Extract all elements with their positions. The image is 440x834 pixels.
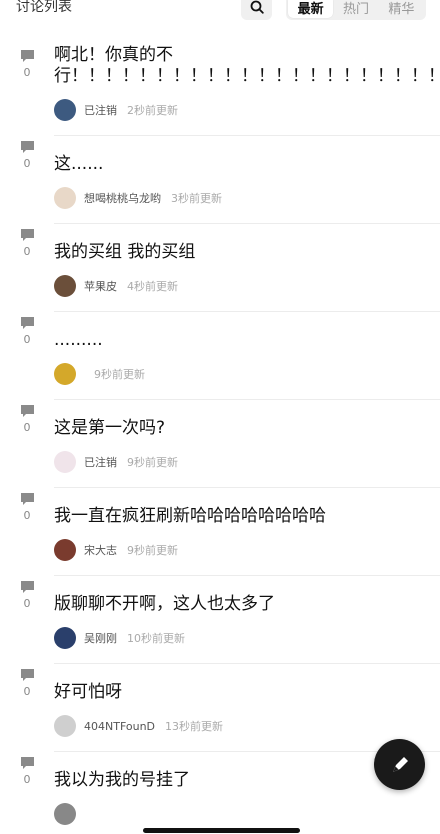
post-content: 我的买组 我的买组 苹果皮 4秒前更新 bbox=[54, 242, 440, 312]
comment-count: 0 bbox=[0, 488, 54, 522]
update-time: 9秒前更新 bbox=[94, 368, 145, 381]
author-name[interactable]: 404NTFounD bbox=[84, 720, 155, 733]
avatar[interactable] bbox=[54, 187, 76, 209]
page-title: 讨论列表 bbox=[16, 0, 72, 15]
author-name[interactable]: 宋大志 bbox=[84, 542, 117, 558]
post-list: 0 啊北！你真的不行！！！！！！！！！！！！！！！！！！！！！！！！！！！！！！… bbox=[0, 45, 440, 834]
avatar[interactable] bbox=[54, 363, 76, 385]
update-time: 4秒前更新 bbox=[127, 280, 178, 293]
post-title: 我一直在疯狂刷新哈哈哈哈哈哈哈哈 bbox=[54, 506, 326, 526]
post-meta: 404NTFounD 13秒前更新 bbox=[54, 715, 440, 737]
discussion-list-screen: 讨论列表 最新 热门 精华 0 啊北！你真的不行！！！！！！！！！！！！！！！！… bbox=[0, 0, 440, 834]
comment-bubble-icon bbox=[20, 405, 34, 417]
tab-latest[interactable]: 最新 bbox=[288, 0, 334, 18]
list-item[interactable]: 0 我的买组 我的买组 苹果皮 4秒前更新 bbox=[0, 224, 440, 312]
comment-count: 0 bbox=[0, 752, 54, 786]
avatar[interactable] bbox=[54, 539, 76, 561]
comment-count: 0 bbox=[0, 224, 54, 258]
comment-bubble-icon bbox=[20, 50, 34, 62]
compose-button[interactable] bbox=[374, 739, 425, 790]
comment-count-value: 0 bbox=[23, 685, 31, 698]
comment-count: 0 bbox=[0, 664, 54, 698]
list-item[interactable]: 0 这...... 想喝桃桃乌龙哟 3秒前更新 bbox=[0, 136, 440, 224]
post-title: ......... bbox=[54, 330, 103, 350]
comment-count: 0 bbox=[0, 400, 54, 434]
post-content: 啊北！你真的不行！！！！！！！！！！！！！！！！！！！！！！！！！！！！！！！！… bbox=[54, 45, 440, 136]
post-title: 版聊聊不开啊，这人也太多了 bbox=[54, 594, 275, 614]
post-content: 这...... 想喝桃桃乌龙哟 3秒前更新 bbox=[54, 154, 440, 224]
comment-bubble-icon bbox=[20, 581, 34, 593]
list-item[interactable]: 0 好可怕呀 404NTFounD 13秒前更新 bbox=[0, 664, 440, 752]
update-time: 9秒前更新 bbox=[127, 544, 178, 557]
comment-bubble-icon bbox=[20, 757, 34, 769]
post-content: 好可怕呀 404NTFounD 13秒前更新 bbox=[54, 682, 440, 752]
post-title: 啊北！你真的不行！！！！！！！！！！！！！！！！！！！！！！！！！！！！！！！！… bbox=[54, 45, 440, 86]
search-icon bbox=[250, 0, 264, 14]
comment-count: 0 bbox=[0, 136, 54, 170]
list-item[interactable]: 0 我一直在疯狂刷新哈哈哈哈哈哈哈哈 宋大志 9秒前更新 bbox=[0, 488, 440, 576]
comment-count-value: 0 bbox=[23, 509, 31, 522]
avatar[interactable] bbox=[54, 451, 76, 473]
avatar[interactable] bbox=[54, 627, 76, 649]
comment-bubble-icon bbox=[20, 493, 34, 505]
list-item[interactable]: 0 ......... 9秒前更新 bbox=[0, 312, 440, 400]
update-time: 9秒前更新 bbox=[127, 456, 178, 469]
pen-icon bbox=[392, 756, 408, 772]
update-time: 2秒前更新 bbox=[127, 104, 178, 117]
avatar[interactable] bbox=[54, 803, 76, 825]
author-name[interactable]: 已注销 bbox=[84, 102, 117, 118]
avatar[interactable] bbox=[54, 275, 76, 297]
comment-count-value: 0 bbox=[23, 421, 31, 434]
post-meta: 苹果皮 4秒前更新 bbox=[54, 275, 440, 297]
avatar[interactable] bbox=[54, 715, 76, 737]
post-meta: 已注销 9秒前更新 bbox=[54, 451, 440, 473]
list-item[interactable]: 0 啊北！你真的不行！！！！！！！！！！！！！！！！！！！！！！！！！！！！！！… bbox=[0, 45, 440, 136]
tab-featured[interactable]: 精华 bbox=[379, 0, 424, 18]
post-meta: 吴刚刚 10秒前更新 bbox=[54, 627, 440, 649]
comment-count-value: 0 bbox=[23, 157, 31, 170]
post-title: 这...... bbox=[54, 154, 104, 174]
search-button[interactable] bbox=[241, 0, 272, 20]
comment-count-value: 0 bbox=[23, 245, 31, 258]
post-content: 版聊聊不开啊，这人也太多了 吴刚刚 10秒前更新 bbox=[54, 594, 440, 664]
tab-hot[interactable]: 热门 bbox=[333, 0, 378, 18]
home-indicator bbox=[143, 828, 300, 833]
post-meta: 已注销 2秒前更新 bbox=[54, 99, 440, 121]
list-item[interactable]: 0 这是第一次吗? 已注销 9秒前更新 bbox=[0, 400, 440, 488]
post-content: 我一直在疯狂刷新哈哈哈哈哈哈哈哈 宋大志 9秒前更新 bbox=[54, 506, 440, 576]
comment-count: 0 bbox=[0, 576, 54, 610]
author-name[interactable]: 想喝桃桃乌龙哟 bbox=[84, 190, 161, 206]
post-title: 这是第一次吗? bbox=[54, 418, 166, 438]
update-time: 10秒前更新 bbox=[127, 632, 185, 645]
comment-count-value: 0 bbox=[23, 597, 31, 610]
comment-bubble-icon bbox=[20, 229, 34, 241]
comment-count: 0 bbox=[0, 45, 54, 79]
post-title: 好可怕呀 bbox=[54, 682, 122, 702]
list-item[interactable]: 0 版聊聊不开啊，这人也太多了 吴刚刚 10秒前更新 bbox=[0, 576, 440, 664]
comment-count-value: 0 bbox=[23, 773, 31, 786]
post-meta bbox=[54, 803, 440, 825]
header: 讨论列表 最新 热门 精华 bbox=[0, 0, 440, 22]
post-meta: 想喝桃桃乌龙哟 3秒前更新 bbox=[54, 187, 440, 209]
author-name[interactable]: 吴刚刚 bbox=[84, 630, 117, 646]
update-time: 3秒前更新 bbox=[171, 192, 222, 205]
update-time: 13秒前更新 bbox=[165, 720, 224, 733]
avatar[interactable] bbox=[54, 99, 76, 121]
post-title: 我的买组 我的买组 bbox=[54, 242, 196, 262]
post-content: 这是第一次吗? 已注销 9秒前更新 bbox=[54, 418, 440, 488]
comment-bubble-icon bbox=[20, 141, 34, 153]
post-content: ......... 9秒前更新 bbox=[54, 330, 440, 400]
comment-count: 0 bbox=[0, 312, 54, 346]
comment-count-value: 0 bbox=[23, 333, 31, 346]
comment-count-value: 0 bbox=[23, 66, 31, 79]
author-name[interactable]: 苹果皮 bbox=[84, 278, 117, 294]
comment-bubble-icon bbox=[20, 317, 34, 329]
comment-bubble-icon bbox=[20, 669, 34, 681]
post-meta: 9秒前更新 bbox=[54, 363, 440, 385]
sort-tabs: 最新 热门 精华 bbox=[286, 0, 426, 20]
author-name[interactable]: 已注销 bbox=[84, 454, 117, 470]
post-meta: 宋大志 9秒前更新 bbox=[54, 539, 440, 561]
